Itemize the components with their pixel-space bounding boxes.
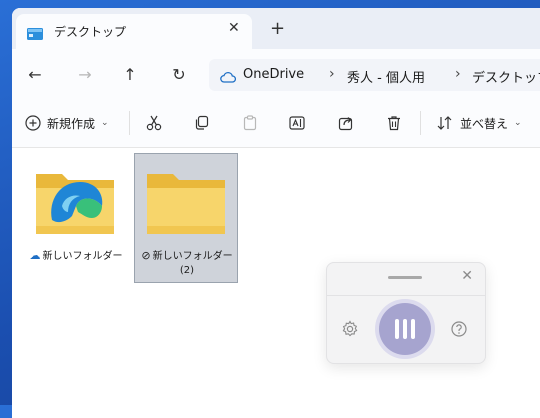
folder-item-selected[interactable]: ⊘ 新しいフォルダー (2) [134, 153, 238, 283]
cloud-icon [220, 68, 236, 87]
back-button[interactable]: ← [25, 65, 45, 85]
breadcrumb-separator[interactable]: › [455, 66, 461, 82]
paste-icon [241, 114, 259, 132]
address-bar[interactable]: OneDrive › 秀人 - 個人用 › デスクトップ [209, 59, 540, 91]
breadcrumb-onedrive[interactable]: OneDrive [243, 67, 304, 82]
breadcrumb-desktop[interactable]: デスクトップ [472, 67, 540, 86]
sort-button[interactable]: 並べ替え ⌄ [436, 113, 522, 133]
voice-access-panel: ✕ [326, 262, 486, 364]
help-icon[interactable] [450, 320, 468, 342]
sort-button-label: 並べ替え [460, 116, 509, 131]
copy-icon [193, 114, 211, 132]
new-tab-button[interactable]: + [270, 20, 285, 38]
refresh-button[interactable]: ↻ [169, 65, 189, 85]
synced-status-icon: ⊘ [141, 249, 151, 262]
delete-icon [385, 114, 403, 132]
cloud-status-icon: ☁ [29, 249, 41, 262]
toolbar-divider [420, 111, 421, 135]
share-icon [337, 114, 355, 132]
toolbar-divider [129, 111, 130, 135]
cut-icon [145, 114, 163, 132]
tab-strip: デスクトップ ✕ + [12, 8, 540, 49]
drag-handle[interactable] [388, 276, 422, 279]
share-button[interactable] [337, 113, 355, 133]
tab-close-button[interactable]: ✕ [228, 20, 240, 36]
new-button[interactable]: 新規作成 ⌄ [25, 113, 109, 133]
up-button[interactable]: ↑ [120, 65, 140, 85]
rename-icon [288, 114, 306, 132]
sort-icon [436, 115, 454, 131]
tab-title: デスクトップ [54, 25, 127, 39]
gear-icon[interactable] [341, 320, 359, 342]
folder-label: ⊘ 新しいフォルダー (2) [141, 249, 233, 276]
paste-button[interactable] [241, 113, 259, 133]
chevron-down-icon: ⌄ [101, 118, 109, 128]
folder-item[interactable]: ☁ 新しいフォルダー [24, 154, 128, 284]
breadcrumb-personal[interactable]: 秀人 - 個人用 [347, 67, 425, 86]
tab-desktop[interactable]: デスクトップ ✕ [16, 14, 252, 49]
breadcrumb-separator[interactable]: › [329, 66, 335, 82]
folder-with-edge-icon [32, 166, 118, 238]
navigation-bar: ← → ↑ ↻ OneDrive › 秀人 - 個人用 › デスクトップ [12, 49, 540, 99]
command-bar: 新規作成 ⌄ 並べ替え ⌄ [12, 99, 540, 148]
folder-icon [143, 166, 229, 238]
forward-button[interactable]: → [75, 65, 95, 85]
cut-button[interactable] [145, 113, 163, 133]
rename-button[interactable] [288, 113, 306, 133]
panel-divider [327, 295, 485, 296]
close-button[interactable]: ✕ [461, 268, 473, 284]
copy-button[interactable] [193, 113, 211, 133]
plus-circle-icon [25, 115, 41, 131]
desktop-icon [27, 25, 43, 40]
new-button-label: 新規作成 [47, 116, 96, 131]
delete-button[interactable] [385, 113, 403, 133]
folder-label-suffix: (2) [179, 265, 195, 276]
folder-label: ☁ 新しいフォルダー [29, 249, 123, 262]
chevron-down-icon: ⌄ [514, 118, 522, 128]
mic-icon[interactable] [379, 303, 431, 355]
